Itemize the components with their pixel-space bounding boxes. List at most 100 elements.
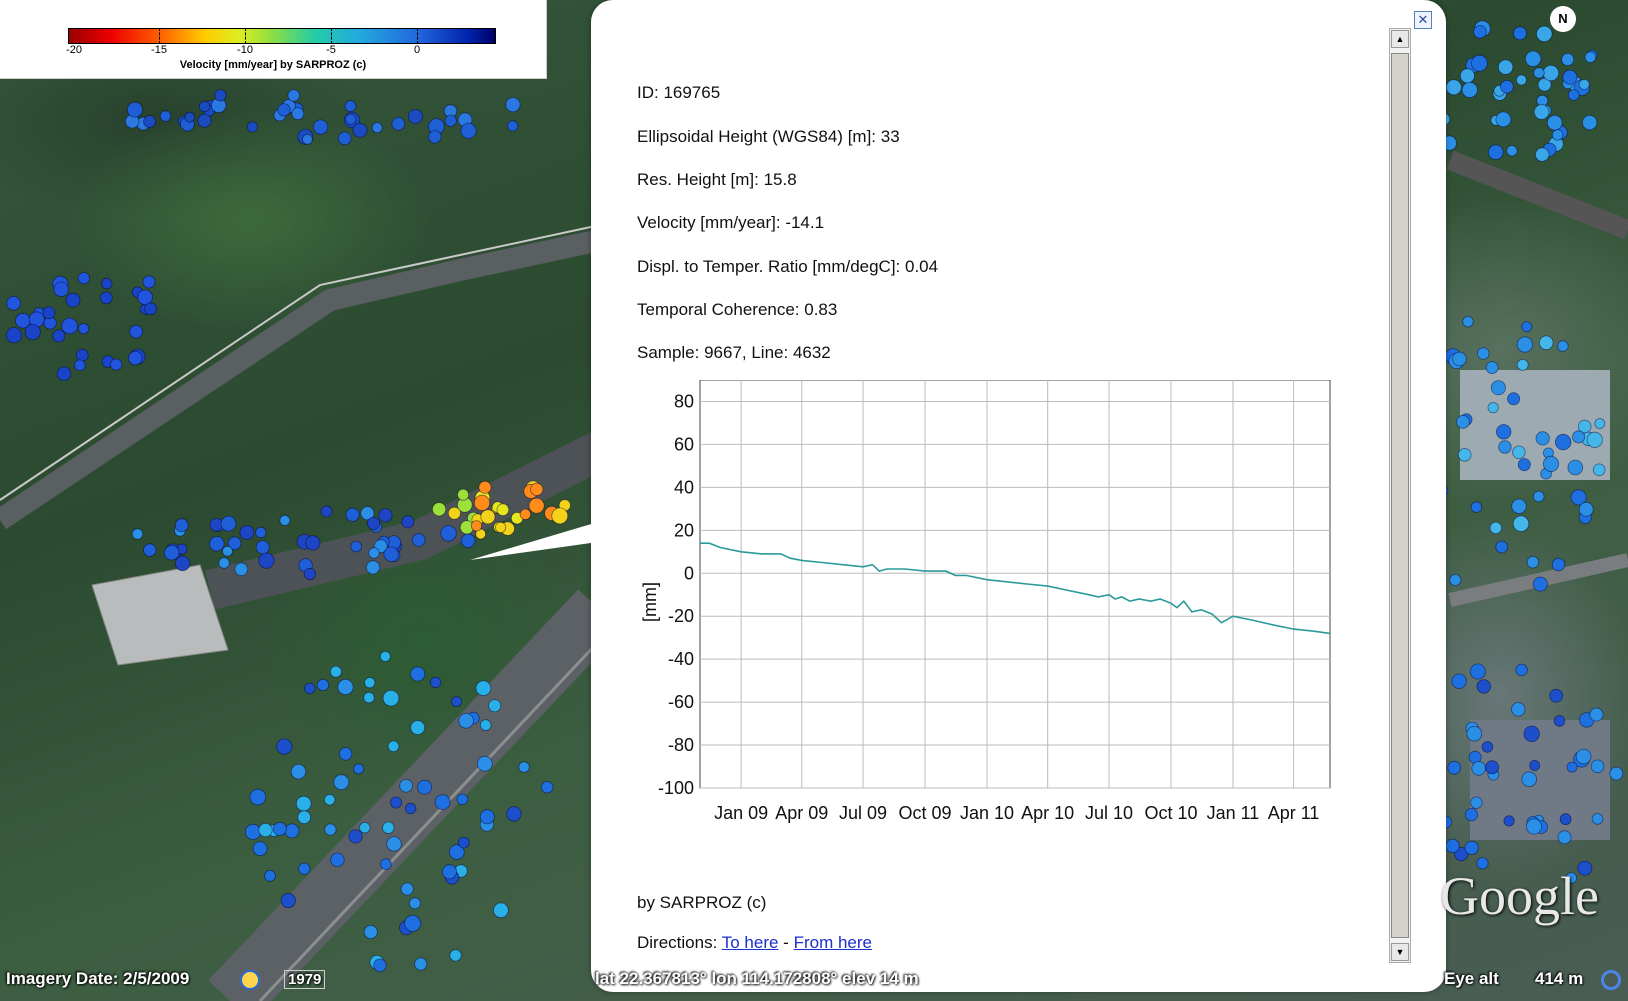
ps-point-marker[interactable] bbox=[304, 682, 316, 695]
ps-point-marker[interactable] bbox=[1549, 688, 1564, 703]
ps-point-marker[interactable] bbox=[1470, 501, 1483, 513]
ps-point-marker[interactable] bbox=[61, 317, 78, 335]
ps-point-marker[interactable] bbox=[1462, 316, 1474, 328]
ps-point-marker[interactable] bbox=[53, 281, 69, 298]
ps-point-marker[interactable] bbox=[1498, 440, 1512, 454]
ps-point-marker[interactable] bbox=[444, 114, 457, 127]
navigation-control-icon[interactable] bbox=[1601, 970, 1621, 990]
ps-point-marker[interactable] bbox=[301, 133, 313, 145]
ps-point-marker[interactable] bbox=[1561, 53, 1575, 67]
ps-point-marker[interactable] bbox=[1572, 430, 1586, 444]
ps-point-marker[interactable] bbox=[1567, 89, 1580, 101]
ps-point-marker[interactable] bbox=[284, 823, 300, 839]
ps-point-marker[interactable] bbox=[1590, 759, 1605, 774]
ps-point-marker[interactable] bbox=[1586, 431, 1603, 448]
ps-point-marker[interactable] bbox=[401, 515, 415, 529]
ps-point-marker[interactable] bbox=[1582, 115, 1598, 131]
ps-point-marker[interactable] bbox=[110, 358, 123, 371]
ps-point-marker[interactable] bbox=[246, 121, 258, 133]
ps-point-marker[interactable] bbox=[244, 823, 262, 841]
ps-point-marker[interactable] bbox=[408, 897, 421, 910]
ps-point-marker[interactable] bbox=[333, 774, 350, 791]
ps-point-marker[interactable] bbox=[1459, 68, 1475, 84]
ps-point-marker[interactable] bbox=[287, 89, 300, 102]
ps-point-marker[interactable] bbox=[129, 324, 143, 339]
ps-point-marker[interactable] bbox=[1447, 760, 1462, 775]
ps-point-marker[interactable] bbox=[65, 292, 81, 308]
ps-point-marker[interactable] bbox=[479, 809, 495, 825]
ps-point-marker[interactable] bbox=[1535, 431, 1550, 446]
ps-point-marker[interactable] bbox=[449, 949, 462, 962]
ps-point-marker[interactable] bbox=[330, 852, 345, 868]
ps-point-marker[interactable] bbox=[279, 514, 291, 526]
ps-point-marker[interactable] bbox=[407, 109, 423, 125]
balloon-scrollbar[interactable]: ▲ ▼ bbox=[1389, 28, 1411, 963]
ps-point-marker[interactable] bbox=[142, 275, 156, 289]
ps-point-marker[interactable] bbox=[249, 788, 267, 806]
ps-point-marker[interactable] bbox=[1476, 679, 1492, 694]
ps-point-marker[interactable] bbox=[390, 796, 403, 809]
ps-point-marker[interactable] bbox=[366, 516, 381, 530]
ps-point-marker[interactable] bbox=[345, 113, 357, 125]
ps-point-marker[interactable] bbox=[1567, 459, 1584, 476]
ps-point-marker[interactable] bbox=[345, 507, 360, 522]
ps-point-marker[interactable] bbox=[1456, 414, 1470, 429]
ps-point-marker[interactable] bbox=[479, 719, 492, 731]
ps-point-marker[interactable] bbox=[1523, 725, 1540, 743]
ps-point-marker[interactable] bbox=[214, 89, 227, 102]
ps-point-marker[interactable] bbox=[1515, 663, 1528, 677]
ps-point-marker[interactable] bbox=[528, 497, 545, 514]
ps-point-marker[interactable] bbox=[378, 508, 393, 523]
scroll-down-arrow-icon[interactable]: ▼ bbox=[1391, 943, 1409, 961]
ps-point-marker[interactable] bbox=[143, 543, 157, 557]
ps-point-marker[interactable] bbox=[1557, 830, 1572, 845]
ps-point-marker[interactable] bbox=[272, 821, 287, 836]
ps-point-marker[interactable] bbox=[218, 557, 230, 569]
ps-point-marker[interactable] bbox=[337, 131, 352, 146]
ps-point-marker[interactable] bbox=[290, 764, 307, 780]
ps-point-marker[interactable] bbox=[209, 536, 225, 552]
ps-point-marker[interactable] bbox=[338, 747, 353, 761]
ps-point-marker[interactable] bbox=[1521, 321, 1533, 333]
ps-point-marker[interactable] bbox=[1485, 361, 1499, 375]
ps-point-marker[interactable] bbox=[1471, 54, 1488, 72]
ps-point-marker[interactable] bbox=[1516, 336, 1534, 353]
ps-point-marker[interactable] bbox=[431, 502, 447, 517]
ps-point-marker[interactable] bbox=[450, 696, 462, 708]
ps-point-marker[interactable] bbox=[1578, 501, 1594, 517]
historical-imagery-clock-icon[interactable] bbox=[240, 970, 260, 990]
ps-point-marker[interactable] bbox=[1477, 347, 1490, 360]
ps-point-marker[interactable] bbox=[363, 691, 375, 704]
ps-point-marker[interactable] bbox=[184, 111, 196, 123]
ps-point-marker[interactable] bbox=[5, 327, 23, 344]
ps-point-marker[interactable] bbox=[441, 864, 457, 880]
ps-point-marker[interactable] bbox=[1507, 392, 1521, 406]
ps-point-marker[interactable] bbox=[1559, 813, 1572, 826]
ps-point-marker[interactable] bbox=[126, 101, 143, 118]
ps-point-marker[interactable] bbox=[363, 925, 378, 940]
ps-point-marker[interactable] bbox=[350, 540, 363, 553]
ps-point-marker[interactable] bbox=[478, 480, 492, 494]
ps-point-marker[interactable] bbox=[496, 503, 510, 517]
scroll-thumb[interactable] bbox=[1391, 53, 1409, 938]
ps-point-marker[interactable] bbox=[1532, 576, 1548, 592]
ps-point-marker[interactable] bbox=[298, 862, 311, 875]
ps-point-marker[interactable] bbox=[1464, 807, 1479, 822]
ps-point-marker[interactable] bbox=[1495, 111, 1512, 128]
ps-point-marker[interactable] bbox=[222, 545, 233, 557]
ps-point-marker[interactable] bbox=[1470, 796, 1483, 809]
ps-point-marker[interactable] bbox=[348, 829, 363, 844]
ps-point-marker[interactable] bbox=[460, 122, 477, 139]
ps-point-marker[interactable] bbox=[1546, 114, 1563, 131]
ps-point-marker[interactable] bbox=[353, 763, 365, 775]
ps-point-marker[interactable] bbox=[1526, 556, 1540, 569]
ps-point-marker[interactable] bbox=[131, 528, 144, 540]
ps-point-marker[interactable] bbox=[24, 323, 41, 341]
ps-point-marker[interactable] bbox=[400, 882, 414, 896]
ps-point-marker[interactable] bbox=[386, 836, 402, 852]
ps-point-marker[interactable] bbox=[1584, 51, 1597, 63]
ps-point-marker[interactable] bbox=[295, 795, 312, 812]
ps-point-marker[interactable] bbox=[1449, 574, 1462, 587]
ps-point-marker[interactable] bbox=[519, 508, 532, 521]
ps-point-marker[interactable] bbox=[405, 802, 417, 815]
